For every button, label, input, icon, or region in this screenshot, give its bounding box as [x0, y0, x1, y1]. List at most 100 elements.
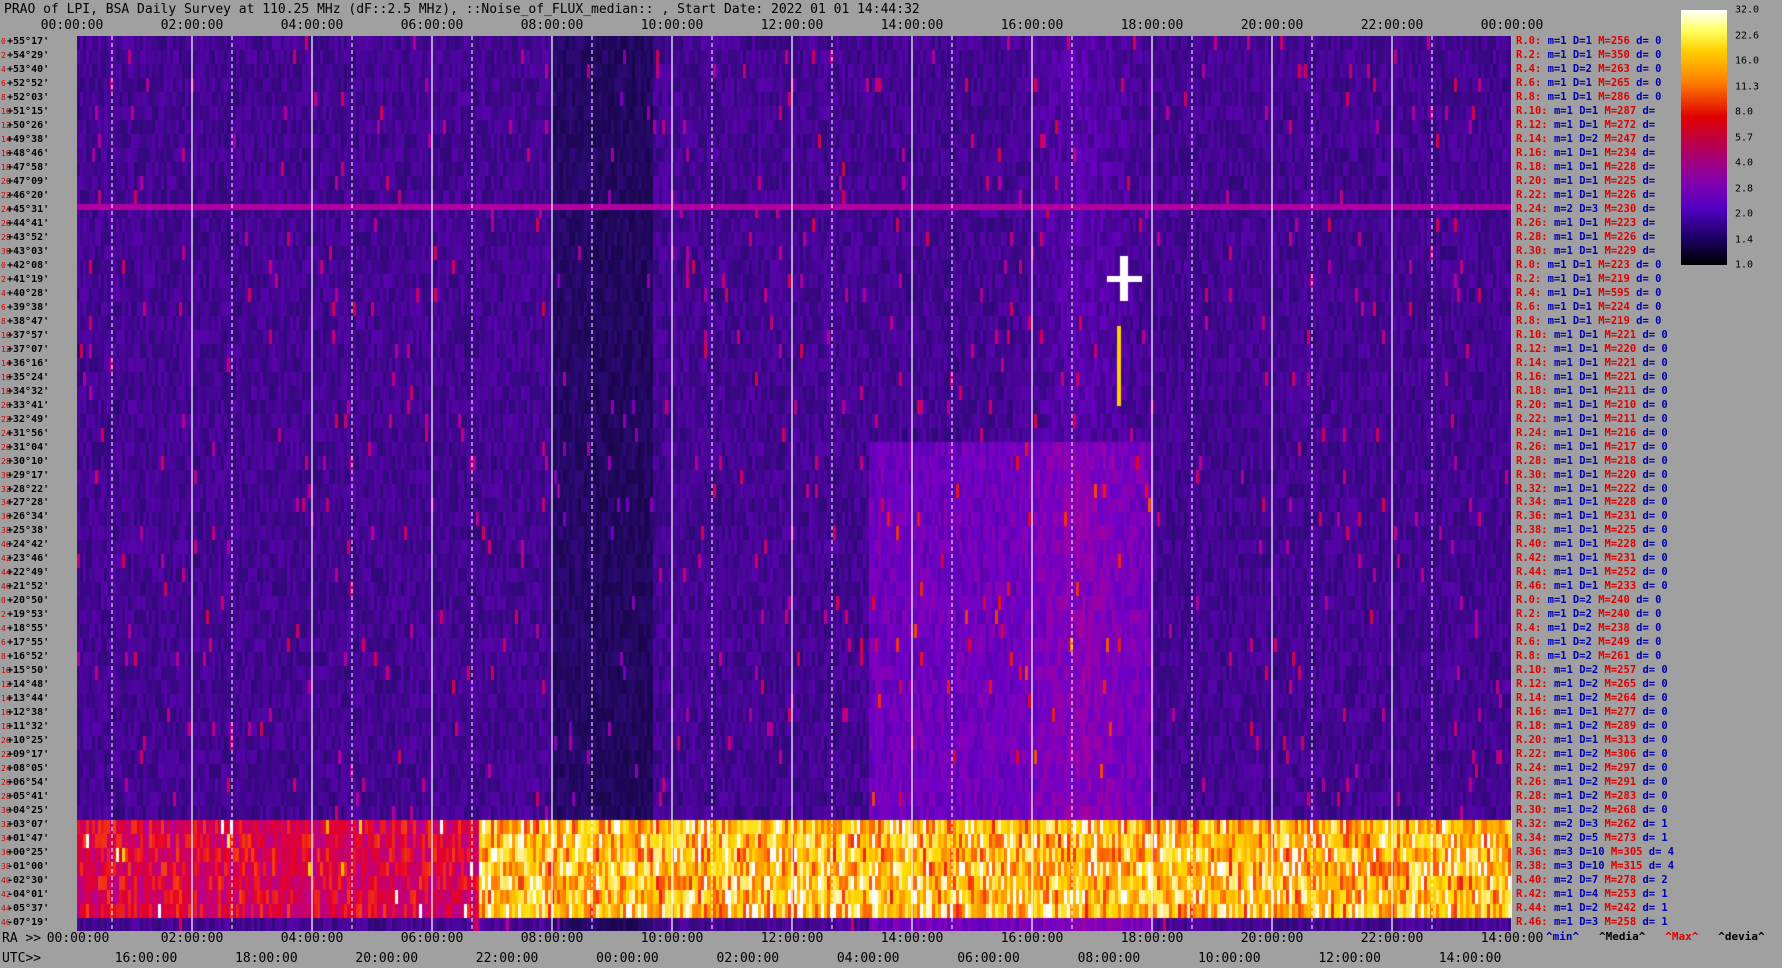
stat-row: R.44: m=1 D=2 M=242 d= 1	[1516, 902, 1668, 915]
stat-row: R.36: m=3 D=10 M=305 d= 4	[1516, 846, 1674, 859]
stat-d: D=1	[1579, 356, 1599, 369]
stat-d: D=2	[1579, 720, 1599, 733]
stat-d: D=1	[1579, 510, 1599, 523]
utc-tick-label: 06:00:00	[957, 951, 1020, 966]
stat-d: D=1	[1572, 258, 1592, 271]
stat-M: M=211	[1604, 412, 1637, 425]
stat-M: M=286	[1598, 90, 1630, 103]
stat-dv: d= 0	[1636, 608, 1662, 621]
stat-M: M=305	[1610, 846, 1643, 859]
stat-r: R.20:	[1516, 174, 1548, 187]
stat-d: D=1	[1579, 524, 1599, 537]
stat-r: R.8:	[1516, 314, 1542, 327]
row-number: 4	[1, 624, 6, 634]
stat-dv: d= 0	[1642, 398, 1668, 411]
stat-row: R.6: m=1 D=1 M=265 d= 0	[1516, 77, 1661, 90]
heatmap-grid	[111, 36, 1512, 931]
ra-tick-label: 06:00:00	[400, 931, 464, 946]
stat-r: R.22:	[1516, 748, 1548, 761]
stat-m: m=1	[1547, 622, 1567, 635]
colorbar-label: 5.7	[1735, 132, 1754, 143]
stat-M: M=272	[1604, 118, 1637, 131]
stat-M: M=218	[1604, 454, 1637, 467]
declination-label: +40°28'	[7, 287, 50, 299]
stat-dv: d=	[1642, 188, 1656, 201]
declination-label: +32°49'	[7, 413, 50, 425]
ra-tick-label: 08:00:00	[520, 931, 584, 946]
stat-dv: d= 0	[1636, 594, 1662, 607]
declination-label: +41°19'	[7, 273, 50, 285]
stat-d: D=2	[1579, 678, 1599, 691]
declination-label: +51°15'	[7, 105, 50, 117]
stat-m: m=1	[1553, 678, 1573, 691]
stat-d: D=4	[1579, 888, 1599, 901]
stat-d: D=1	[1579, 426, 1599, 439]
stat-d: D=2	[1572, 650, 1592, 663]
colorbar-label: 22.6	[1735, 30, 1760, 41]
stat-M: M=268	[1604, 804, 1637, 817]
ra-tick-label: 22:00:00	[1360, 931, 1424, 946]
stat-M: M=240	[1598, 608, 1630, 621]
stat-row: R.0: m=1 D=1 M=223 d= 0	[1516, 259, 1661, 272]
stat-row: R.28: m=1 D=1 M=218 d= 0	[1516, 455, 1668, 468]
colorbar-label: 1.4	[1735, 234, 1754, 245]
stat-r: R.26:	[1516, 216, 1548, 229]
stat-d: D=1	[1579, 440, 1599, 453]
stat-dv: d=	[1642, 244, 1656, 257]
stat-M: M=220	[1604, 468, 1637, 481]
colorbar	[1681, 10, 1727, 265]
stat-row: R.26: m=1 D=1 M=223 d=	[1516, 217, 1655, 230]
utc-tick-label: 16:00:00	[114, 951, 178, 966]
row-number: 8	[1, 652, 6, 662]
utc-tick-label: 22:00:00	[475, 951, 539, 966]
stat-dv: d= 0	[1642, 762, 1668, 775]
stat-dv: d= 0	[1636, 636, 1662, 649]
stat-row: R.6: m=1 D=2 M=249 d= 0	[1516, 636, 1661, 649]
stat-row: R.30: m=1 D=2 M=268 d= 0	[1516, 804, 1668, 817]
stat-d: D=1	[1579, 552, 1599, 565]
declination-label: +48°46'	[7, 147, 50, 159]
stat-r: R.28:	[1516, 230, 1548, 243]
stat-r: R.10:	[1516, 664, 1548, 677]
stat-row: R.20: m=1 D=1 M=313 d= 0	[1516, 734, 1668, 747]
utc-tick-label: 04:00:00	[836, 951, 900, 966]
stat-m: m=1	[1553, 454, 1573, 467]
stat-m: m=1	[1553, 230, 1573, 243]
row-number: 6	[1, 638, 6, 648]
stat-dv: d=	[1642, 174, 1656, 187]
stat-r: R.4:	[1516, 286, 1542, 299]
utc-tick-label: 18:00:00	[235, 951, 298, 966]
stat-m: m=3	[1553, 846, 1573, 859]
legend-media: ^Media^	[1599, 930, 1646, 943]
stat-row: R.26: m=1 D=1 M=217 d= 0	[1516, 441, 1668, 454]
stat-r: R.26:	[1516, 776, 1548, 789]
stat-r: R.44:	[1516, 902, 1548, 915]
stat-M: M=306	[1604, 748, 1637, 761]
stat-m: m=1	[1553, 384, 1573, 397]
declination-label: +42°08'	[7, 259, 50, 271]
declination-label: +43°52'	[7, 231, 50, 243]
stat-r: R.46:	[1516, 916, 1548, 929]
stat-r: R.22:	[1516, 412, 1548, 425]
stat-m: m=1	[1553, 440, 1573, 453]
stat-dv: d= 0	[1642, 706, 1668, 719]
stat-row: R.12: m=1 D=1 M=272 d=	[1516, 119, 1655, 132]
stat-r: R.16:	[1516, 370, 1548, 383]
stat-r: R.12:	[1516, 342, 1548, 355]
stat-d: D=1	[1579, 146, 1599, 159]
stat-m: m=1	[1553, 552, 1573, 565]
stat-d: D=1	[1579, 244, 1599, 257]
stat-m: m=1	[1553, 496, 1573, 509]
stat-d: D=1	[1579, 412, 1599, 425]
stat-r: R.22:	[1516, 188, 1548, 201]
stat-m: m=1	[1553, 748, 1573, 761]
stat-dv: d= 0	[1642, 664, 1668, 677]
stat-d: D=1	[1579, 328, 1599, 341]
stats-legend: ^min^ ^Media^ ^Max^ ^devia^	[1546, 930, 1765, 943]
stat-row: R.32: m=1 D=1 M=222 d= 0	[1516, 483, 1668, 496]
stat-dv: d= 0	[1642, 496, 1668, 509]
stat-d: D=3	[1579, 202, 1599, 215]
stat-row: R.22: m=1 D=1 M=226 d=	[1516, 189, 1655, 202]
stat-m: m=1	[1547, 90, 1567, 103]
stat-dv: d= 0	[1642, 580, 1668, 593]
